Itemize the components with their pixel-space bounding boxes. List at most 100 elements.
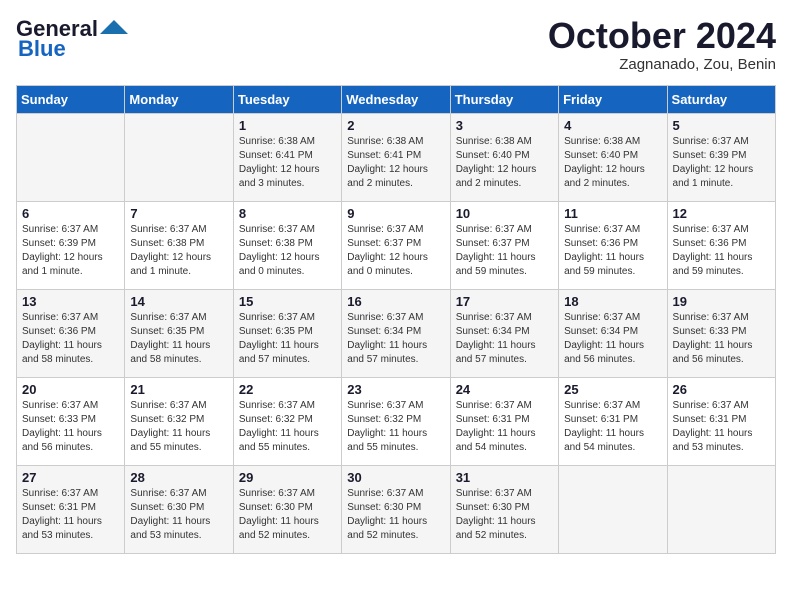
calendar-cell: 1Sunrise: 6:38 AM Sunset: 6:41 PM Daylig… bbox=[233, 113, 341, 201]
day-number: 18 bbox=[564, 294, 661, 309]
calendar-cell: 21 Sunrise: 6:37 AM Sunset: 6:32 PM Dayli… bbox=[125, 377, 233, 465]
day-info: Sunrise: 6:37 AM Sunset: 6:31 PM Dayligh… bbox=[456, 400, 536, 453]
day-info: Sunrise: 6:38 AM Sunset: 6:41 PM Dayligh… bbox=[239, 136, 320, 189]
day-number: 22 bbox=[239, 382, 336, 397]
calendar-week-row: 20 Sunrise: 6:37 AM Sunset: 6:33 PM Dayli… bbox=[17, 377, 776, 465]
day-info: Sunrise: 6:37 AM Sunset: 6:38 PM Dayligh… bbox=[130, 224, 211, 277]
calendar-cell: 14Sunrise: 6:37 AM Sunset: 6:35 PM Dayli… bbox=[125, 289, 233, 377]
day-number: 12 bbox=[673, 206, 770, 221]
calendar-week-row: 13 Sunrise: 6:37 AM Sunset: 6:36 PM Dayli… bbox=[17, 289, 776, 377]
day-info: Sunrise: 6:37 AM Sunset: 6:39 PM Dayligh… bbox=[22, 224, 103, 277]
day-info: Sunrise: 6:37 AM Sunset: 6:35 PM Dayligh… bbox=[239, 312, 319, 365]
day-number: 4 bbox=[564, 118, 661, 133]
calendar-cell: 6 Sunrise: 6:37 AM Sunset: 6:39 PM Daylig… bbox=[17, 201, 125, 289]
day-info: Sunrise: 6:37 AM Sunset: 6:32 PM Dayligh… bbox=[130, 400, 210, 453]
calendar-cell: 2Sunrise: 6:38 AM Sunset: 6:41 PM Daylig… bbox=[342, 113, 450, 201]
day-info: Sunrise: 6:37 AM Sunset: 6:33 PM Dayligh… bbox=[673, 312, 753, 365]
day-number: 15 bbox=[239, 294, 336, 309]
calendar-cell: 15 Sunrise: 6:37 AM Sunset: 6:35 PM Dayli… bbox=[233, 289, 341, 377]
weekday-header: Thursday bbox=[450, 85, 558, 113]
day-info: Sunrise: 6:37 AM Sunset: 6:30 PM Dayligh… bbox=[347, 488, 427, 541]
day-info: Sunrise: 6:37 AM Sunset: 6:38 PM Dayligh… bbox=[239, 224, 320, 277]
calendar-table: SundayMondayTuesdayWednesdayThursdayFrid… bbox=[16, 85, 776, 554]
day-number: 20 bbox=[22, 382, 119, 397]
day-info: Sunrise: 6:37 AM Sunset: 6:34 PM Dayligh… bbox=[456, 312, 536, 365]
calendar-cell bbox=[125, 113, 233, 201]
calendar-cell: 3Sunrise: 6:38 AM Sunset: 6:40 PM Daylig… bbox=[450, 113, 558, 201]
weekday-header: Saturday bbox=[667, 85, 775, 113]
day-number: 14 bbox=[130, 294, 227, 309]
calendar-cell: 27Sunrise: 6:37 AM Sunset: 6:31 PM Dayli… bbox=[17, 465, 125, 553]
calendar-cell bbox=[17, 113, 125, 201]
calendar-cell: 8 Sunrise: 6:37 AM Sunset: 6:38 PM Daylig… bbox=[233, 201, 341, 289]
day-number: 6 bbox=[22, 206, 119, 221]
calendar-cell: 12 Sunrise: 6:37 AM Sunset: 6:36 PM Dayli… bbox=[667, 201, 775, 289]
day-info: Sunrise: 6:38 AM Sunset: 6:40 PM Dayligh… bbox=[564, 136, 645, 189]
day-number: 7 bbox=[130, 206, 227, 221]
day-number: 25 bbox=[564, 382, 661, 397]
calendar-cell: 11 Sunrise: 6:37 AM Sunset: 6:36 PM Dayli… bbox=[559, 201, 667, 289]
day-number: 23 bbox=[347, 382, 444, 397]
calendar-cell: 23 Sunrise: 6:37 AM Sunset: 6:32 PM Dayli… bbox=[342, 377, 450, 465]
calendar-week-row: 27Sunrise: 6:37 AM Sunset: 6:31 PM Dayli… bbox=[17, 465, 776, 553]
calendar-cell: 20 Sunrise: 6:37 AM Sunset: 6:33 PM Dayli… bbox=[17, 377, 125, 465]
calendar-cell: 22 Sunrise: 6:37 AM Sunset: 6:32 PM Dayli… bbox=[233, 377, 341, 465]
day-info: Sunrise: 6:37 AM Sunset: 6:37 PM Dayligh… bbox=[456, 224, 536, 277]
day-number: 19 bbox=[673, 294, 770, 309]
calendar-cell: 9Sunrise: 6:37 AM Sunset: 6:37 PM Daylig… bbox=[342, 201, 450, 289]
day-number: 11 bbox=[564, 206, 661, 221]
weekday-header: Monday bbox=[125, 85, 233, 113]
day-info: Sunrise: 6:37 AM Sunset: 6:36 PM Dayligh… bbox=[673, 224, 753, 277]
day-info: Sunrise: 6:37 AM Sunset: 6:31 PM Dayligh… bbox=[673, 400, 753, 453]
day-number: 3 bbox=[456, 118, 553, 133]
day-number: 5 bbox=[673, 118, 770, 133]
day-number: 10 bbox=[456, 206, 553, 221]
day-info: Sunrise: 6:37 AM Sunset: 6:32 PM Dayligh… bbox=[239, 400, 319, 453]
calendar-cell: 25 Sunrise: 6:37 AM Sunset: 6:31 PM Dayli… bbox=[559, 377, 667, 465]
day-number: 21 bbox=[130, 382, 227, 397]
weekday-header: Wednesday bbox=[342, 85, 450, 113]
day-info: Sunrise: 6:37 AM Sunset: 6:34 PM Dayligh… bbox=[564, 312, 644, 365]
calendar-cell: 16Sunrise: 6:37 AM Sunset: 6:34 PM Dayli… bbox=[342, 289, 450, 377]
calendar-week-row: 1Sunrise: 6:38 AM Sunset: 6:41 PM Daylig… bbox=[17, 113, 776, 201]
day-info: Sunrise: 6:37 AM Sunset: 6:33 PM Dayligh… bbox=[22, 400, 102, 453]
day-info: Sunrise: 6:37 AM Sunset: 6:32 PM Dayligh… bbox=[347, 400, 427, 453]
calendar-cell: 29Sunrise: 6:37 AM Sunset: 6:30 PM Dayli… bbox=[233, 465, 341, 553]
day-info: Sunrise: 6:37 AM Sunset: 6:30 PM Dayligh… bbox=[130, 488, 210, 541]
day-info: Sunrise: 6:37 AM Sunset: 6:31 PM Dayligh… bbox=[22, 488, 102, 541]
calendar-cell: 30 Sunrise: 6:37 AM Sunset: 6:30 PM Dayli… bbox=[342, 465, 450, 553]
weekday-header: Tuesday bbox=[233, 85, 341, 113]
title-area: October 2024 Zagnanado, Zou, Benin bbox=[548, 16, 776, 73]
calendar-header-row: SundayMondayTuesdayWednesdayThursdayFrid… bbox=[17, 85, 776, 113]
day-info: Sunrise: 6:37 AM Sunset: 6:39 PM Dayligh… bbox=[673, 136, 754, 189]
calendar-cell: 28 Sunrise: 6:37 AM Sunset: 6:30 PM Dayli… bbox=[125, 465, 233, 553]
logo-blue: Blue bbox=[16, 36, 66, 62]
day-number: 9 bbox=[347, 206, 444, 221]
day-info: Sunrise: 6:37 AM Sunset: 6:36 PM Dayligh… bbox=[564, 224, 644, 277]
weekday-header: Sunday bbox=[17, 85, 125, 113]
calendar-cell: 24Sunrise: 6:37 AM Sunset: 6:31 PM Dayli… bbox=[450, 377, 558, 465]
day-info: Sunrise: 6:37 AM Sunset: 6:36 PM Dayligh… bbox=[22, 312, 102, 365]
calendar-cell: 18 Sunrise: 6:37 AM Sunset: 6:34 PM Dayli… bbox=[559, 289, 667, 377]
day-info: Sunrise: 6:38 AM Sunset: 6:41 PM Dayligh… bbox=[347, 136, 428, 189]
day-number: 30 bbox=[347, 470, 444, 485]
location-subtitle: Zagnanado, Zou, Benin bbox=[548, 56, 776, 73]
day-number: 29 bbox=[239, 470, 336, 485]
day-info: Sunrise: 6:37 AM Sunset: 6:34 PM Dayligh… bbox=[347, 312, 427, 365]
calendar-cell: 7 Sunrise: 6:37 AM Sunset: 6:38 PM Daylig… bbox=[125, 201, 233, 289]
day-info: Sunrise: 6:37 AM Sunset: 6:30 PM Dayligh… bbox=[456, 488, 536, 541]
logo: General Blue bbox=[16, 16, 128, 62]
calendar-cell: 4 Sunrise: 6:38 AM Sunset: 6:40 PM Daylig… bbox=[559, 113, 667, 201]
month-title: October 2024 bbox=[548, 16, 776, 56]
calendar-cell: 19 Sunrise: 6:37 AM Sunset: 6:33 PM Dayli… bbox=[667, 289, 775, 377]
page-header: General Blue October 2024 Zagnanado, Zou… bbox=[16, 16, 776, 73]
day-number: 28 bbox=[130, 470, 227, 485]
calendar-cell: 13 Sunrise: 6:37 AM Sunset: 6:36 PM Dayli… bbox=[17, 289, 125, 377]
calendar-cell: 31 Sunrise: 6:37 AM Sunset: 6:30 PM Dayli… bbox=[450, 465, 558, 553]
day-number: 31 bbox=[456, 470, 553, 485]
day-info: Sunrise: 6:37 AM Sunset: 6:31 PM Dayligh… bbox=[564, 400, 644, 453]
weekday-header: Friday bbox=[559, 85, 667, 113]
day-number: 13 bbox=[22, 294, 119, 309]
day-number: 26 bbox=[673, 382, 770, 397]
day-number: 8 bbox=[239, 206, 336, 221]
